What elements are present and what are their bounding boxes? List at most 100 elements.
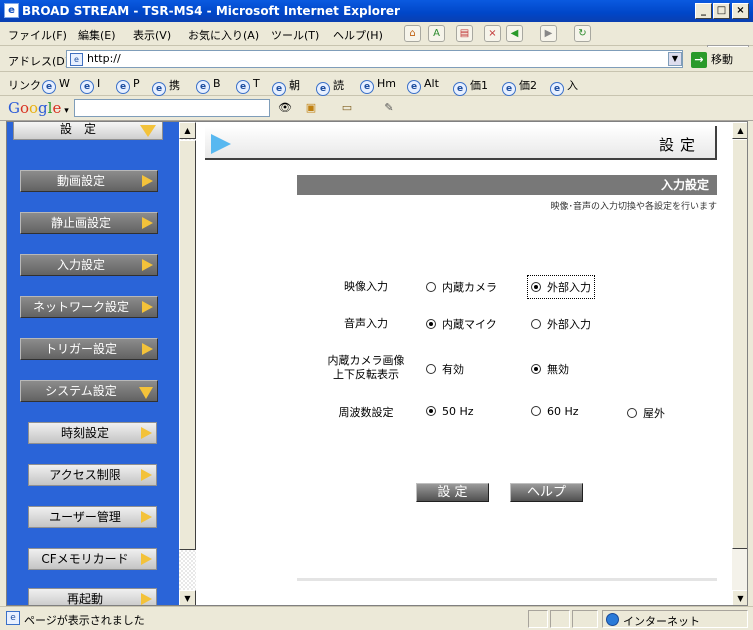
ie-link-icon: e: [42, 80, 56, 94]
link-item[interactable]: e 価1: [453, 77, 488, 96]
triangle-right-icon: [142, 343, 153, 355]
link-item[interactable]: eT: [236, 77, 260, 94]
refresh-icon[interactable]: ↻: [574, 25, 591, 42]
link-item[interactable]: eP: [116, 77, 140, 94]
ie-link-icon: e: [196, 80, 210, 94]
sidebar-subitem-label: アクセス制限: [49, 468, 121, 482]
menu-help[interactable]: ヘルプ(H): [333, 27, 383, 43]
address-value: http://: [87, 52, 121, 65]
sidebar-item-video[interactable]: 動画設定: [20, 170, 158, 192]
row-label-audio-input: 音声入力: [344, 317, 388, 330]
google-logo[interactable]: Google ▾: [8, 99, 69, 117]
menu-view[interactable]: 表示(V): [133, 27, 171, 43]
menu-file[interactable]: ファイル(F): [8, 27, 67, 43]
radio-icon-checked: [531, 364, 541, 374]
security-zone: インターネット: [602, 610, 748, 628]
sidebar-item-network[interactable]: ネットワーク設定: [20, 296, 158, 318]
sidebar-scroll-thumb[interactable]: [179, 140, 196, 550]
stop-icon[interactable]: ×: [484, 25, 501, 42]
link-item[interactable]: e Hm: [360, 77, 396, 94]
link-item[interactable]: e読: [316, 77, 344, 96]
radio-icon: [531, 319, 541, 329]
link-item[interactable]: e携: [152, 77, 180, 96]
font-size-icon[interactable]: A: [428, 25, 445, 42]
page-scroll-up[interactable]: ▲: [732, 122, 747, 139]
sidebar-subitem-users[interactable]: ユーザー管理: [28, 506, 157, 528]
forward-icon[interactable]: ▶: [540, 25, 557, 42]
ie-link-icon: e: [453, 82, 467, 96]
ie-link-icon: e: [236, 80, 250, 94]
page-scroll-thumb[interactable]: [732, 139, 747, 549]
sidebar-item-system[interactable]: システム設定: [20, 380, 158, 402]
sidebar-section-settings[interactable]: 設 定: [13, 122, 163, 140]
ie-link-icon: e: [550, 82, 564, 96]
sidebar-item-still[interactable]: 静止画設定: [20, 212, 158, 234]
triangle-right-icon: [142, 175, 153, 187]
triangle-right-icon: [142, 217, 153, 229]
close-button[interactable]: ×: [732, 3, 749, 19]
play-icon: [211, 134, 231, 154]
triangle-right-icon: [141, 511, 152, 523]
radio-flip-disabled[interactable]: 無効: [531, 361, 569, 377]
radio-flip-enabled[interactable]: 有効: [426, 361, 464, 377]
sidebar-scroll-up[interactable]: ▲: [179, 122, 196, 139]
radio-freq-outdoor[interactable]: 屋外: [627, 405, 665, 421]
sidebar-scroll-down[interactable]: ▼: [179, 590, 196, 605]
link-item[interactable]: e朝: [272, 77, 300, 96]
ie-link-icon: e: [502, 82, 516, 96]
menu-favorites[interactable]: お気に入り(A): [188, 27, 259, 43]
folder-icon[interactable]: ▭: [338, 100, 356, 116]
address-dropdown-button[interactable]: ▼: [668, 52, 682, 66]
sidebar-subitem-reboot[interactable]: 再起動: [28, 588, 157, 605]
sidebar: 設 定 動画設定 静止画設定 入力設定 ネットワーク設定 トリガー設定 システム…: [7, 122, 179, 605]
menu-edit[interactable]: 編集(E): [78, 27, 116, 43]
binoculars-icon[interactable]: 👁: [276, 100, 294, 116]
menu-tools[interactable]: ツール(T): [271, 27, 319, 43]
help-button[interactable]: ヘルプ: [510, 483, 583, 502]
link-item[interactable]: e入: [550, 77, 578, 96]
radio-audio-external[interactable]: 外部入力: [531, 316, 591, 332]
popup-icon[interactable]: ▣: [302, 100, 320, 116]
links-label: リンク: [8, 79, 41, 92]
radio-freq-50[interactable]: 50 Hz: [426, 405, 474, 418]
ie-link-icon: e: [407, 80, 421, 94]
triangle-right-icon: [142, 301, 153, 313]
ie-link-icon: e: [80, 80, 94, 94]
go-button[interactable]: → 移動: [691, 51, 747, 69]
home-icon[interactable]: ⌂: [404, 25, 421, 42]
sidebar-subitem-cf[interactable]: CFメモリカード: [28, 548, 157, 570]
main-panel: 設定 入力設定 映像･音声の入力切換や各設定を行います 映像入力 内蔵カメラ 外…: [196, 122, 732, 605]
sidebar-subitem-access[interactable]: アクセス制限: [28, 464, 157, 486]
ie-icon: e: [4, 3, 19, 18]
google-search-input[interactable]: [74, 99, 270, 117]
sidebar-subitem-clock[interactable]: 時刻設定: [28, 422, 157, 444]
address-input[interactable]: e http://: [66, 50, 683, 68]
radio-video-external[interactable]: 外部入力: [527, 275, 595, 299]
go-label: 移動: [711, 53, 733, 66]
set-button[interactable]: 設 定: [416, 483, 489, 502]
sidebar-item-trigger[interactable]: トリガー設定: [20, 338, 158, 360]
divider: [297, 578, 717, 581]
page-scroll-down[interactable]: ▼: [732, 590, 747, 605]
row-label-video-input: 映像入力: [344, 280, 388, 293]
link-item[interactable]: eW: [42, 77, 70, 94]
menu-bar: ファイル(F) 編集(E) 表示(V) お気に入り(A) ツール(T) ヘルプ(…: [0, 22, 753, 67]
ie-link-icon: e: [116, 80, 130, 94]
sidebar-item-input[interactable]: 入力設定: [20, 254, 158, 276]
link-item[interactable]: e Alt: [407, 77, 439, 94]
status-pane: [572, 610, 598, 628]
radio-freq-60[interactable]: 60 Hz: [531, 405, 579, 418]
print-icon[interactable]: ▤: [456, 25, 473, 42]
go-arrow-icon: →: [691, 52, 707, 68]
maximize-button[interactable]: □: [713, 3, 730, 19]
link-item[interactable]: eI: [80, 77, 100, 94]
minimize-button[interactable]: _: [695, 3, 712, 19]
link-item[interactable]: eB: [196, 77, 221, 94]
pencil-icon[interactable]: ✎: [380, 100, 398, 116]
radio-video-internal[interactable]: 内蔵カメラ: [426, 279, 497, 295]
ie-link-icon: e: [272, 82, 286, 96]
link-item[interactable]: e 価2: [502, 77, 537, 96]
page-header: 設定: [205, 126, 717, 160]
back-icon[interactable]: ◀: [506, 25, 523, 42]
radio-audio-internal[interactable]: 内蔵マイク: [426, 316, 497, 332]
